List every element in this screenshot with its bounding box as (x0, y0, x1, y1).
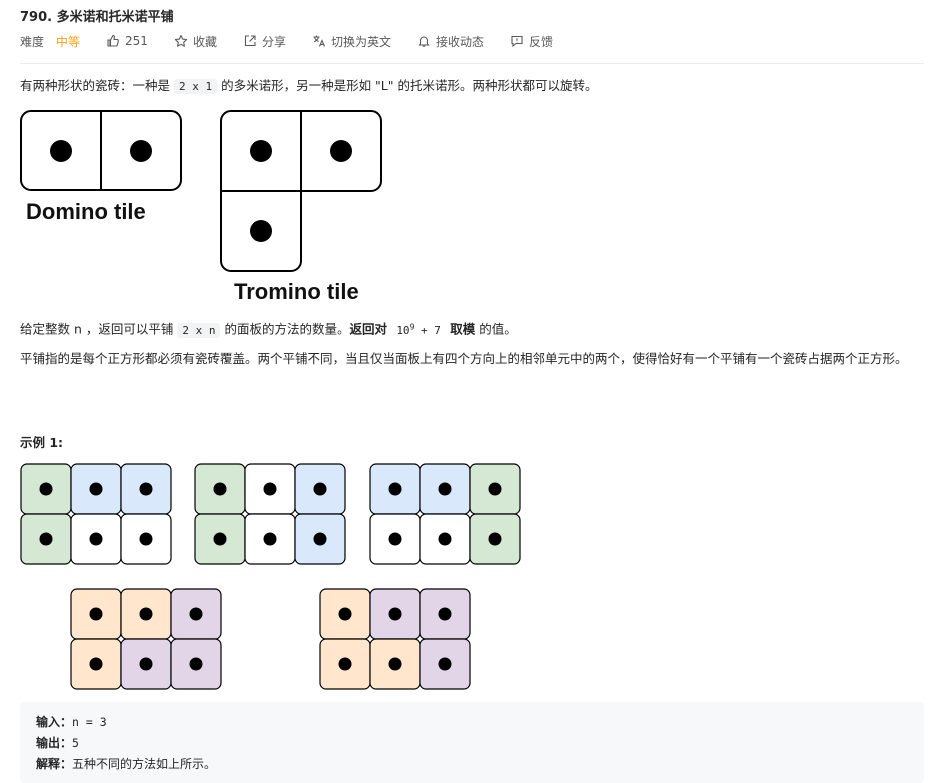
tiling-dot (488, 482, 502, 496)
tiling-example-3 (369, 463, 521, 565)
tiling-dot (89, 482, 103, 496)
tiling-dot (263, 532, 277, 546)
tiling-dot (388, 657, 402, 671)
modulus-formula: 109 + 7 (391, 322, 446, 338)
description-paragraph-3: 平铺指的是每个正方形都必须有瓷砖覆盖。两个平铺不同，当且仅当面板上有四个方向上的… (20, 351, 908, 366)
tiling-dot (39, 482, 53, 496)
tiling-dot (388, 482, 402, 496)
tiling-dot (438, 657, 452, 671)
description-paragraph-2: 给定整数 n ，返回可以平铺 2 x n 的面板的方法的数量。返回对 109 +… (20, 321, 517, 338)
tiling-dot (39, 532, 53, 546)
tiling-example-1 (20, 463, 172, 565)
tiling-dot (213, 532, 227, 546)
tiling-dot (189, 657, 203, 671)
example-block: 输入：n = 3 输出：5 解释：五种不同的方法如上所示。 (20, 702, 924, 783)
tiling-dot (388, 532, 402, 546)
tiling-dot (89, 657, 103, 671)
tiling-dot (438, 607, 452, 621)
example-input: 输入：n = 3 (36, 715, 107, 729)
tile-figure (20, 110, 521, 690)
tiling-dot (89, 607, 103, 621)
example-tilings (20, 463, 521, 690)
example-title: 示例 1: (20, 435, 64, 450)
tiling-dot (338, 607, 352, 621)
tiling-dot (388, 607, 402, 621)
domino-label: Domino tile (26, 199, 146, 224)
tiling-dot (488, 532, 502, 546)
tiling-example-2 (194, 463, 346, 565)
tiling-dot (263, 482, 277, 496)
tromino-label: Tromino tile (234, 279, 359, 304)
tiling-dot (313, 482, 327, 496)
tiling-dot (139, 607, 153, 621)
tiling-dot (338, 657, 352, 671)
inline-code-2xn: 2 x n (177, 322, 221, 338)
tromino-tile (220, 110, 382, 272)
tiling-example-4 (70, 588, 222, 690)
tiling-dot (139, 657, 153, 671)
domino-tile (20, 110, 182, 191)
tiling-dot (189, 607, 203, 621)
tiling-dot (213, 482, 227, 496)
example-explanation: 解释：五种不同的方法如上所示。 (36, 757, 217, 771)
tiling-dot (313, 532, 327, 546)
tiling-dot (139, 482, 153, 496)
tiling-dot (89, 532, 103, 546)
example-output: 输出：5 (36, 736, 79, 750)
tiling-dot (438, 482, 452, 496)
tiling-dot (438, 532, 452, 546)
tiling-dot (139, 532, 153, 546)
tiling-example-5 (319, 588, 471, 690)
